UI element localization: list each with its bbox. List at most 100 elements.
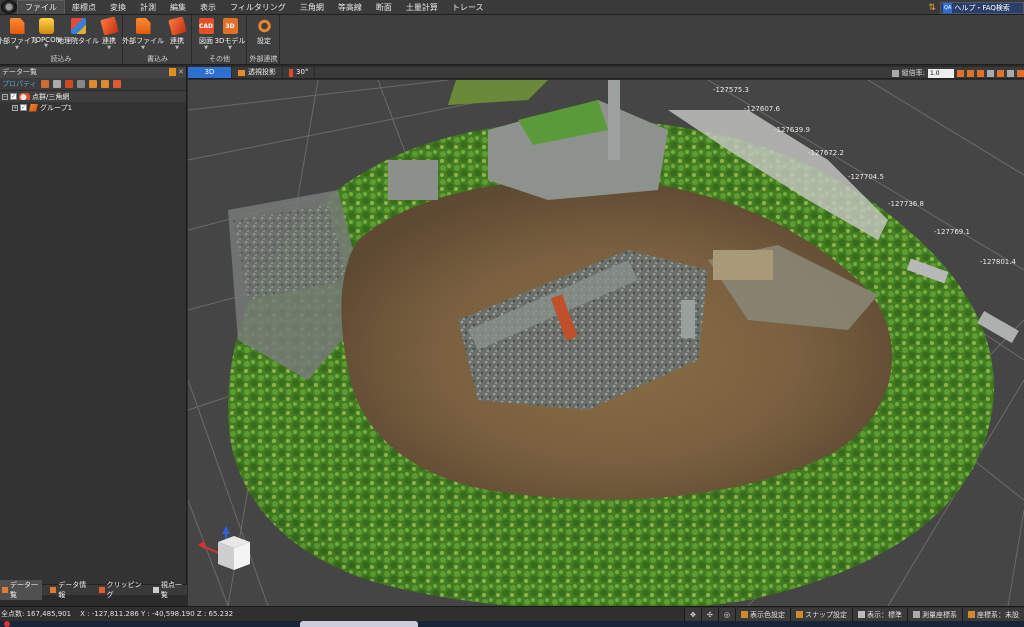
tab-clipping[interactable]: クリッピング (97, 580, 145, 600)
dropdown-arrow-icon: ▼ (175, 45, 179, 51)
crs-icon (968, 611, 975, 618)
back-view-icon[interactable] (997, 69, 1004, 77)
pin-icon[interactable] (169, 68, 177, 76)
visibility-checkbox[interactable]: ✓ (20, 104, 27, 111)
zoom-icon[interactable]: ◎ (717, 608, 735, 621)
cad-icon: CAD (198, 18, 214, 34)
survey-coords-label: 測量座標系 (922, 610, 957, 619)
display-color-button[interactable]: 表示色設定 (735, 608, 790, 621)
survey-coords-button[interactable]: 測量座標系 (907, 608, 962, 621)
tab-angle[interactable]: 30° (283, 67, 316, 78)
visibility-checkbox[interactable]: ✓ (10, 93, 17, 100)
menu-tin[interactable]: 三角網 (293, 0, 331, 15)
menu-convert[interactable]: 変換 (103, 0, 133, 15)
edit-icon[interactable] (52, 80, 61, 88)
axis-label-7: -127801.4 (980, 258, 1016, 266)
topcon-icon (38, 18, 54, 34)
layer-icon[interactable] (112, 80, 121, 88)
ribbon-group-import-label: 読込み (50, 55, 72, 63)
menu-edit[interactable]: 編集 (163, 0, 193, 15)
help-search-box[interactable]: QA ヘルプ・FAQ検索 (940, 1, 1024, 14)
coordinate-system-button[interactable]: 座標系：未設 (962, 608, 1024, 621)
dropdown-arrow-icon: ▼ (228, 45, 232, 51)
collapse-toggle[interactable]: − (2, 93, 8, 100)
perspective-icon (238, 69, 245, 76)
tab-label: 透視投影 (248, 68, 276, 76)
menu-trace[interactable]: トレース (445, 0, 491, 15)
menu-view[interactable]: 表示 (193, 0, 223, 15)
visibility-icon[interactable] (40, 80, 49, 88)
3d-model-button[interactable]: 3D 3Dモデル ▼ (213, 18, 247, 52)
tab-label: 視点一覧 (160, 581, 182, 599)
point-cloud-scene[interactable]: -127575.3 -127607.6 -127639.9 -127672.2 … (188, 80, 1024, 606)
tab-data-info[interactable]: データ情報 (48, 580, 90, 600)
fit-view-icon[interactable] (1017, 69, 1024, 77)
side-view-icon[interactable] (987, 69, 994, 77)
settings-button[interactable]: 設定 (247, 18, 281, 52)
menu-bar: ファイル 座標点 変換 計測 編集 表示 フィルタリング 三角網 等高線 断面 … (0, 0, 1024, 15)
tab-viewpoints[interactable]: 視点一覧 (151, 580, 187, 600)
vertical-scale-input[interactable]: 1.0 (928, 68, 954, 78)
panel-controls: ✕ (169, 68, 184, 76)
snap-settings-button[interactable]: スナップ設定 (790, 608, 852, 621)
3d-viewport[interactable]: -127575.3 -127607.6 -127639.9 -127672.2 … (188, 80, 1024, 606)
collapse-all-icon[interactable] (100, 80, 109, 88)
topcon-button[interactable]: TOPCON ▼ (29, 18, 63, 52)
panel-toolbar: プロパティ (0, 78, 186, 91)
snap-icon (796, 611, 803, 618)
link-icon (99, 16, 119, 36)
import-link-button[interactable]: 連携 ▼ (92, 16, 126, 52)
rotate-icon[interactable]: ✥ (684, 608, 702, 621)
dropdown-arrow-icon: ▼ (44, 43, 48, 49)
front-view-icon[interactable] (977, 69, 984, 77)
expand-all-icon[interactable] (88, 80, 97, 88)
menu-contour[interactable]: 等高線 (331, 0, 369, 15)
menu-measure[interactable]: 計測 (133, 0, 163, 15)
tab-perspective[interactable]: 透視投影 (232, 67, 283, 78)
display-icon (858, 611, 865, 618)
ribbon-group-import: 外部ファイル ▼ TOPCON ▼ 地理院タイル 連携 ▼ 読込み (0, 15, 123, 65)
pan-icon[interactable]: ✣ (701, 608, 718, 621)
menu-filtering[interactable]: フィルタリング (223, 0, 293, 15)
tab-label: 30° (296, 68, 309, 76)
properties-button[interactable]: プロパティ (2, 79, 37, 89)
top-view-icon[interactable] (967, 69, 974, 77)
angle-icon (289, 68, 293, 77)
axis-label-5: -127736.8 (888, 200, 924, 208)
app-logo-icon[interactable] (1, 0, 17, 14)
tab-data-list[interactable]: データ一覧 (0, 580, 43, 600)
qa-icon: QA (943, 2, 953, 13)
dropdown-arrow-icon: ▼ (204, 45, 208, 51)
tab-label: データ一覧 (10, 581, 39, 599)
tab-label: クリッピング (106, 581, 142, 599)
left-top-building (388, 160, 438, 200)
tree-item-pointcloud[interactable]: − ✓ 点群/三角網 (0, 91, 186, 102)
panel-title: データ一覧 ✕ (0, 67, 186, 78)
bottom-view-icon[interactable] (1007, 69, 1014, 77)
panel-title-text: データ一覧 (2, 68, 37, 76)
expand-toggle[interactable]: + (12, 104, 18, 111)
tree-item-group1[interactable]: + ✓ グループ1 (0, 102, 186, 113)
menu-points[interactable]: 座標点 (65, 0, 103, 15)
export-external-file-button[interactable]: 外部ファイル ▼ (122, 18, 164, 52)
help-search-label: ヘルプ・FAQ検索 (954, 3, 1010, 12)
taskbar-item[interactable] (300, 621, 418, 627)
ruler-icon (891, 69, 899, 77)
start-icon[interactable] (4, 621, 10, 627)
close-icon[interactable]: ✕ (178, 68, 184, 76)
cursor-coords: X : -127,811.286 Y : -40,598.190 Z : 65.… (80, 610, 234, 618)
menu-volume[interactable]: 土量計算 (399, 0, 445, 15)
ribbon-group-other-label: その他 (209, 55, 230, 63)
file-export-icon (135, 18, 151, 34)
gsi-tile-button[interactable]: 地理院タイル (57, 18, 99, 52)
delete-icon[interactable] (64, 80, 73, 88)
display-mode-button[interactable]: 表示：標準 (852, 608, 907, 621)
home-view-icon[interactable] (957, 69, 964, 77)
vertical-scale-label: 縦倍率: (901, 69, 925, 77)
group-icon[interactable] (76, 80, 85, 88)
up-down-icon[interactable]: ⇅ (928, 3, 936, 13)
menu-file[interactable]: ファイル (17, 0, 65, 14)
axis-label-4: -127704.5 (848, 173, 884, 181)
menu-section[interactable]: 断面 (369, 0, 399, 15)
tab-3d[interactable]: 3D (188, 67, 232, 78)
